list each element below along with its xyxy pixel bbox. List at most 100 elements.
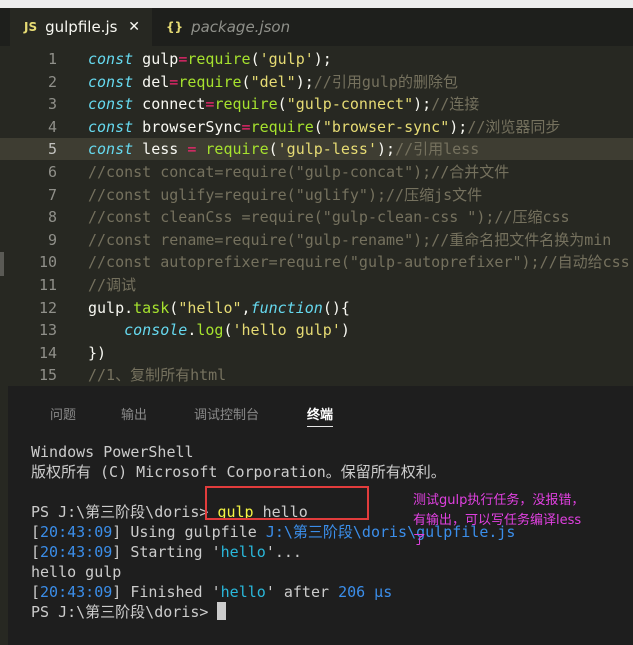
code-line[interactable]: 11 //调试 bbox=[0, 274, 633, 296]
code-token: //const rename=require("gulp-rename");//… bbox=[88, 230, 612, 249]
code-line[interactable]: 14}) bbox=[0, 342, 633, 364]
code-token: ( bbox=[223, 321, 233, 340]
code-text: gulp.task("hello",function(){ bbox=[88, 297, 350, 319]
code-line[interactable]: 10 //const autoprefixer=require("gulp-aut… bbox=[0, 251, 633, 273]
code-line[interactable]: 4 const browserSync=require("browser-sync… bbox=[0, 116, 633, 138]
code-token: ( bbox=[169, 298, 179, 317]
code-token: ( bbox=[313, 117, 323, 136]
js-file-icon: JS bbox=[24, 20, 38, 34]
line-number: 4 bbox=[47, 117, 57, 136]
code-text: const gulp=require('gulp'); bbox=[88, 48, 332, 70]
code-line[interactable]: 15 //1、复制所有html bbox=[0, 364, 633, 386]
tab-problems[interactable]: 问题 bbox=[50, 404, 76, 423]
line-number: 3 bbox=[47, 95, 57, 114]
code-token: const bbox=[88, 117, 134, 136]
tab-gulpfile[interactable]: JS gulpfile.js ✕ bbox=[10, 8, 152, 46]
terminal-token: 20:43:09 bbox=[40, 543, 113, 561]
code-line[interactable]: 9 //const rename=require("gulp-rename");/… bbox=[0, 229, 633, 251]
terminal-token: ] Starting ' bbox=[112, 543, 221, 561]
code-token: (){ bbox=[322, 298, 350, 317]
code-token: task bbox=[133, 298, 170, 317]
terminal-token: PS J:\第三阶段\doris> bbox=[31, 503, 218, 521]
tab-label: gulpfile.js bbox=[45, 18, 118, 36]
line-number: 12 bbox=[38, 298, 57, 317]
close-icon[interactable]: ✕ bbox=[128, 19, 140, 35]
code-token: //浏览器同步 bbox=[467, 117, 561, 136]
line-number: 7 bbox=[47, 185, 57, 204]
terminal-token: '... bbox=[265, 543, 302, 561]
editor-tab-bar: JS gulpfile.js ✕ {} package.json bbox=[0, 8, 633, 46]
code-token: ); bbox=[449, 117, 468, 136]
terminal-line: 版权所有 (C) Microsoft Corporation。保留所有权利。 bbox=[31, 462, 446, 482]
line-number: 6 bbox=[47, 163, 57, 181]
code-line[interactable]: 8 //const cleanCss =require("gulp-clean-c… bbox=[0, 206, 633, 228]
tab-terminal[interactable]: 终端 bbox=[307, 404, 334, 427]
code-token: 'gulp-less' bbox=[277, 140, 377, 159]
code-line[interactable]: 6 //const concat=require("gulp-concat");/… bbox=[0, 161, 633, 183]
line-number: 9 bbox=[47, 230, 57, 249]
command-highlight-box bbox=[205, 486, 369, 520]
code-line[interactable]: 7 //const uglify=require("uglify");//压缩js… bbox=[0, 184, 633, 206]
terminal-token: [ bbox=[31, 543, 41, 561]
code-token: 'hello gulp' bbox=[232, 321, 341, 340]
code-editor[interactable]: 1 const gulp=require('gulp'); 2 const del=r… bbox=[0, 46, 633, 386]
code-token: = bbox=[169, 72, 179, 91]
annotation-note: 测试gulp执行任务，没报错， 有输出，可以写任务编译less 了 bbox=[413, 493, 585, 548]
code-token: //const uglify=require("uglify");//压缩js文… bbox=[88, 185, 483, 204]
terminal-token: [ bbox=[31, 583, 41, 601]
code-token: ( bbox=[277, 95, 287, 114]
code-token: gulp bbox=[133, 50, 179, 68]
code-token: require bbox=[214, 95, 278, 114]
code-token: ); bbox=[413, 95, 432, 114]
line-number: 8 bbox=[47, 208, 57, 227]
terminal-token: Windows PowerShell bbox=[31, 443, 194, 461]
code-token: , bbox=[241, 298, 251, 317]
code-text: const connect=require("gulp-connect");//… bbox=[88, 93, 479, 115]
code-token: require bbox=[205, 140, 269, 159]
line-number: 13 bbox=[38, 321, 57, 340]
line-number: 15 bbox=[38, 366, 57, 385]
code-line[interactable]: 13 console.log('hello gulp') bbox=[0, 319, 633, 341]
code-token: require bbox=[250, 117, 314, 136]
terminal-token: 版权所有 (C) Microsoft Corporation。保留所有权利。 bbox=[31, 463, 446, 481]
code-token: }) bbox=[88, 343, 107, 362]
code-token: const bbox=[88, 95, 134, 114]
code-text: //const autoprefixer=require("gulp-autop… bbox=[88, 251, 630, 273]
code-token: function bbox=[250, 298, 323, 317]
terminal-line: Windows PowerShell bbox=[31, 442, 194, 462]
code-line[interactable]: 5 const less = require('gulp-less');//引用l… bbox=[0, 138, 633, 161]
code-token: gulp. bbox=[88, 298, 134, 317]
code-text: const less = require('gulp-less');//引用le… bbox=[88, 138, 479, 160]
terminal-token: hello bbox=[220, 543, 266, 561]
terminal-cursor bbox=[217, 602, 227, 620]
code-token: const bbox=[88, 72, 134, 91]
terminal-token: PS J:\第三阶段\doris> bbox=[31, 603, 218, 621]
terminal-line: [20:43:09] Starting 'hello'... bbox=[31, 542, 302, 562]
code-text: //const rename=require("gulp-rename");//… bbox=[88, 229, 611, 251]
code-token: ); bbox=[313, 50, 332, 68]
terminal-line: [20:43:09] Finished 'hello' after 206 μs bbox=[31, 582, 392, 602]
code-token: "del" bbox=[250, 72, 296, 91]
code-text: const del=require("del");//引用gulp的删除包 bbox=[88, 71, 458, 93]
tab-package-json[interactable]: {} package.json bbox=[152, 8, 308, 46]
code-line[interactable]: 3 const connect=require("gulp-connect");/… bbox=[0, 93, 633, 115]
vscode-window: JS gulpfile.js ✕ {} package.json 1 const … bbox=[0, 0, 633, 645]
code-token: = bbox=[241, 117, 251, 136]
code-line[interactable]: 1 const gulp=require('gulp'); bbox=[0, 48, 633, 70]
terminal-token: ' after bbox=[265, 583, 339, 601]
code-token: //调试 bbox=[88, 276, 137, 294]
code-token: del bbox=[133, 72, 170, 91]
line-number: 1 bbox=[47, 50, 57, 68]
code-line[interactable]: 2 const del=require("del");//引用gulp的删除包 bbox=[0, 71, 633, 93]
terminal-token: ] Using gulpfile bbox=[112, 523, 266, 541]
window-top-strip bbox=[0, 0, 633, 8]
tab-output[interactable]: 输出 bbox=[121, 404, 147, 423]
tab-debug-console[interactable]: 调试控制台 bbox=[194, 404, 259, 423]
terminal-token: [ bbox=[31, 523, 41, 541]
code-text: //const uglify=require("uglify");//压缩js文… bbox=[88, 184, 482, 206]
code-token: ( bbox=[268, 140, 278, 159]
code-text: //const concat=require("gulp-concat");//… bbox=[88, 161, 509, 183]
code-text: //const cleanCss =require("gulp-clean-cs… bbox=[88, 206, 570, 228]
code-line[interactable]: 12 gulp.task("hello",function(){ bbox=[0, 297, 633, 319]
